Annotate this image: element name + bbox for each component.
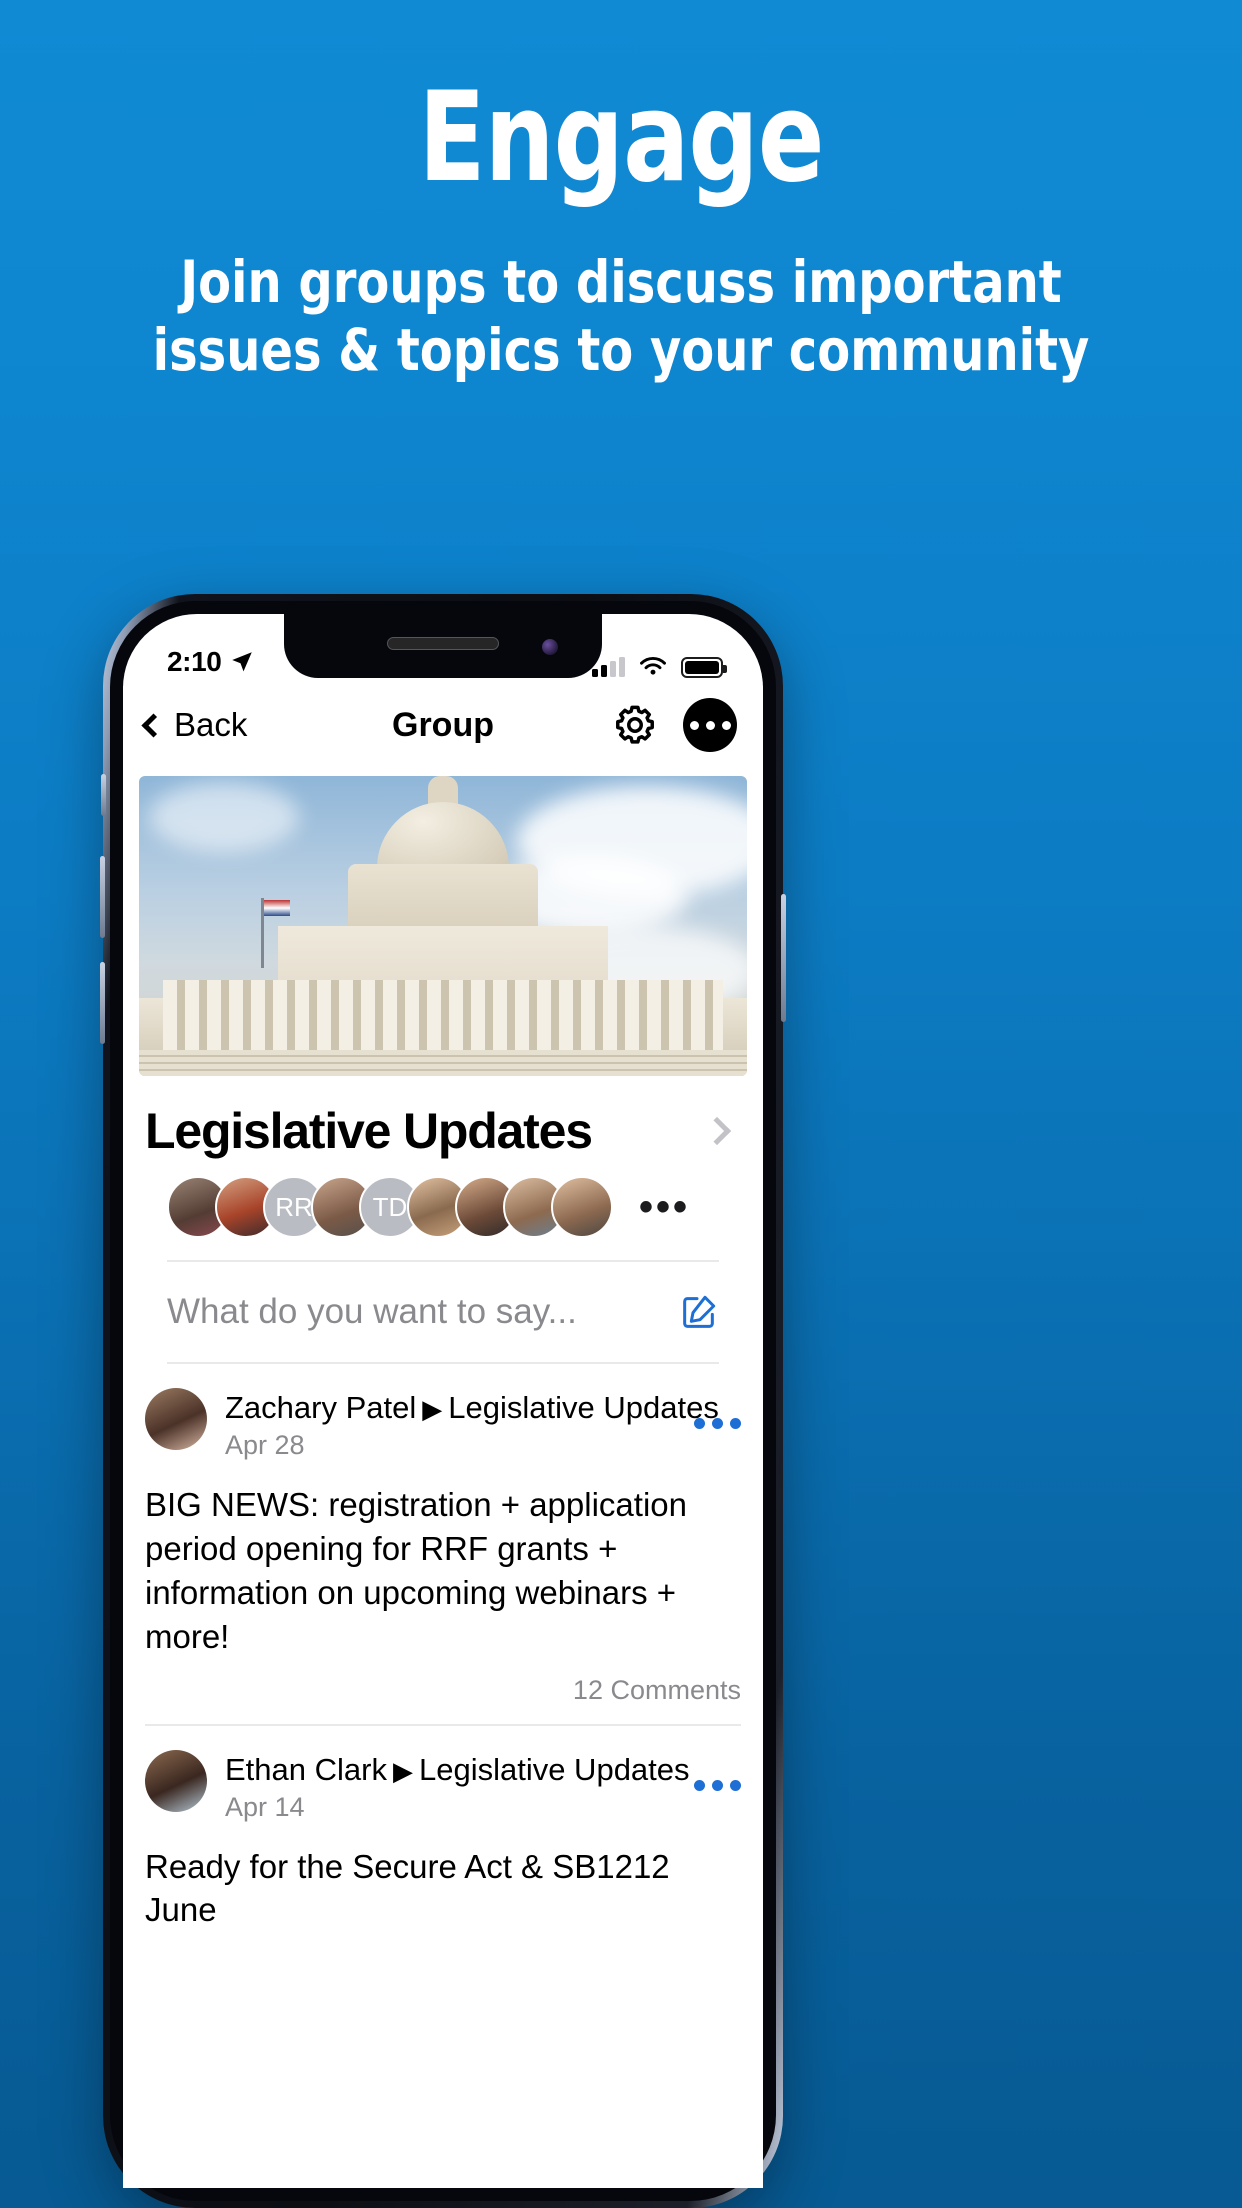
post-author: Ethan Clark — [225, 1751, 387, 1787]
phone-notch — [284, 614, 602, 678]
front-camera-icon — [542, 639, 558, 655]
back-button[interactable]: Back — [141, 706, 248, 744]
members-more-button[interactable]: ••• — [639, 1187, 690, 1227]
post-more-button[interactable] — [694, 1418, 741, 1429]
group-content: Legislative Updates RR TD ••• What do yo… — [123, 764, 763, 2188]
promo-header: Engage Join groups to discuss important … — [0, 0, 1242, 385]
avatar[interactable] — [551, 1176, 613, 1238]
status-time: 2:10 — [167, 646, 222, 677]
power-button[interactable] — [781, 894, 786, 1022]
gear-icon[interactable] — [613, 703, 657, 747]
back-button-label: Back — [174, 706, 248, 743]
post-author-line: Ethan Clark ▶ Legislative Updates — [225, 1751, 690, 1788]
wifi-icon — [640, 656, 666, 675]
promo-title: Engage — [418, 66, 824, 210]
post-group: Legislative Updates — [418, 1751, 690, 1787]
volume-up-button[interactable] — [100, 856, 105, 938]
earpiece-speaker — [387, 637, 499, 650]
more-options-button[interactable] — [683, 698, 737, 752]
avatar[interactable] — [145, 1388, 207, 1450]
compose-square-pencil-icon[interactable] — [679, 1292, 719, 1332]
group-name: Legislative Updates — [145, 1103, 593, 1159]
avatar[interactable] — [145, 1749, 207, 1812]
composer-placeholder[interactable]: What do you want to say... — [167, 1292, 679, 1332]
post-item[interactable]: Ethan Clark ▶ Legislative Updates Apr 14 R… — [145, 1723, 741, 1951]
location-arrow-icon — [232, 652, 253, 672]
nav-actions — [613, 698, 737, 752]
silent-switch[interactable] — [101, 774, 106, 816]
group-cover-image — [139, 776, 747, 1076]
post-author-line: Zachary Patel ▶ Legislative Updates — [225, 1390, 719, 1426]
promo-subtitle-line-1: Join groups to discuss important — [180, 247, 1062, 316]
triangle-right-icon: ▶ — [422, 1394, 443, 1424]
post-author: Zachary Patel — [225, 1390, 417, 1425]
chevron-right-icon — [702, 1116, 732, 1146]
battery-icon — [681, 656, 727, 678]
status-icons — [592, 656, 727, 678]
post-item[interactable]: Zachary Patel ▶ Legislative Updates Apr 28… — [145, 1364, 741, 1724]
chevron-left-icon — [141, 712, 166, 738]
post-date: Apr 14 — [225, 1791, 305, 1822]
post-header: Zachary Patel ▶ Legislative Updates Apr 28 — [145, 1388, 741, 1461]
volume-down-button[interactable] — [100, 962, 105, 1044]
post-more-button[interactable] — [694, 1779, 741, 1791]
post-header: Ethan Clark ▶ Legislative Updates Apr 14 — [145, 1749, 741, 1823]
group-members-row[interactable]: RR TD ••• — [167, 1166, 719, 1262]
post-group: Legislative Updates — [448, 1390, 719, 1425]
group-header-row[interactable]: Legislative Updates — [123, 1076, 763, 1166]
promo-subtitle-line-2: issues & topics to your community — [152, 316, 1090, 385]
phone-mockup: 2:10 Back Group Legislative Updates RR T… — [100, 594, 786, 2208]
triangle-right-icon: ▶ — [392, 1755, 413, 1786]
composer-row[interactable]: What do you want to say... — [167, 1262, 719, 1364]
post-body: Ready for the Secure Act & SB1212 June — [145, 1847, 670, 1929]
post-body: BIG NEWS: registration + application per… — [145, 1486, 687, 1655]
phone-screen: 2:10 Back Group Legislative Updates RR T… — [123, 614, 763, 2188]
navigation-bar: Back Group — [123, 686, 763, 764]
post-date: Apr 28 — [225, 1430, 305, 1460]
post-comments-count[interactable]: 12 Comments — [145, 1675, 741, 1706]
status-time-group: 2:10 — [167, 646, 255, 678]
